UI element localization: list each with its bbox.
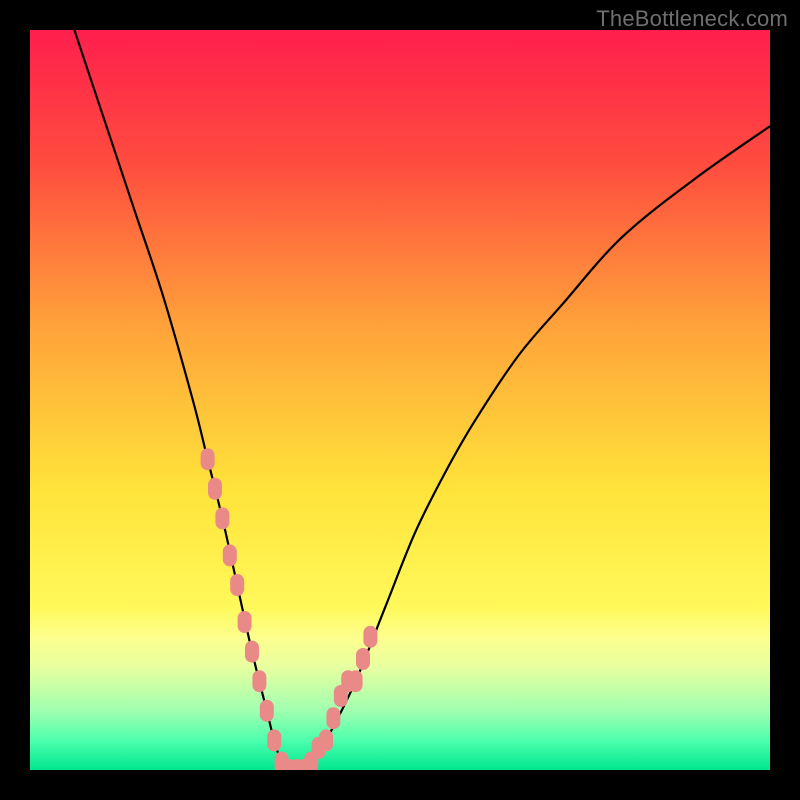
marker-point bbox=[238, 611, 252, 633]
curve-layer bbox=[30, 30, 770, 770]
marker-point bbox=[326, 707, 340, 729]
marker-point bbox=[208, 478, 222, 500]
marker-point bbox=[319, 729, 333, 751]
marker-point bbox=[201, 448, 215, 470]
marker-point bbox=[260, 700, 274, 722]
chart-frame: TheBottleneck.com bbox=[0, 0, 800, 800]
marker-point bbox=[267, 729, 281, 751]
marker-point bbox=[356, 648, 370, 670]
marker-point bbox=[215, 507, 229, 529]
marker-point bbox=[252, 670, 266, 692]
marker-point bbox=[349, 670, 363, 692]
marker-point bbox=[230, 574, 244, 596]
plot-area bbox=[30, 30, 770, 770]
marker-group bbox=[201, 448, 378, 770]
marker-point bbox=[245, 641, 259, 663]
bottleneck-curve bbox=[74, 30, 770, 770]
marker-point bbox=[223, 544, 237, 566]
watermark-text: TheBottleneck.com bbox=[596, 6, 788, 32]
marker-point bbox=[363, 626, 377, 648]
